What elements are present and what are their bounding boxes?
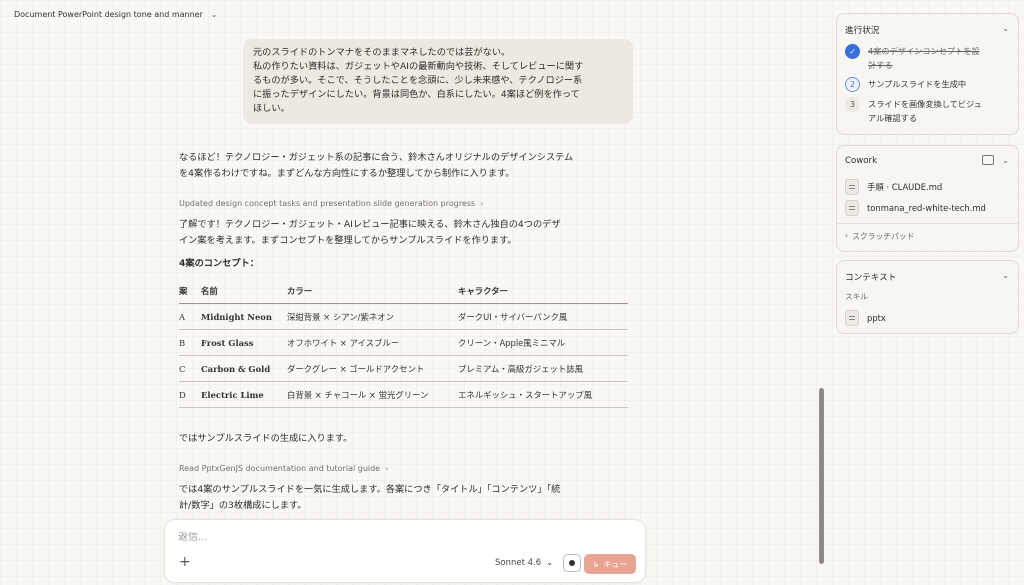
assistant-text-line: 了解です！テクノロジー・ガジェット・AIレビュー記事に映える、鈴木さん独自の4つ… bbox=[179, 219, 561, 230]
tool-call-summary[interactable]: Read PptxGenJS documentation and tutoria… bbox=[179, 464, 388, 473]
table-cell: D bbox=[179, 389, 186, 400]
table-cell: Carbon & Gold bbox=[201, 363, 271, 374]
assistant-paragraph: 了解です！テクノロジー・ガジェット・AIレビュー記事に映える、鈴木さん独自の4つ… bbox=[179, 217, 561, 248]
table-row: B Frost Glass オフホワイト × アイスブルー クリーン・Apple… bbox=[179, 330, 628, 356]
panel-title: Cowork bbox=[845, 156, 878, 166]
divider bbox=[837, 223, 1018, 224]
plus-icon[interactable]: + bbox=[179, 555, 191, 569]
return-arrow-icon[interactable]: ↳ bbox=[593, 560, 600, 569]
user-message-line: に振ったデザインにしたい。背景は同色か、白系にしたい。4案ほど例を作って bbox=[253, 89, 580, 101]
assistant-text-line: では4案のサンプルスライドを一気に生成します。各案につき「タイトル」「コンテンツ… bbox=[179, 484, 561, 495]
file-item[interactable]: tonmana_red-white-tech.md bbox=[845, 200, 986, 216]
table-header-cell: カラー bbox=[287, 286, 313, 296]
folder-icon[interactable] bbox=[982, 155, 994, 165]
assistant-text-line: イン案を考えます。まずコンセプトを整理してからサンプルスライドを作ります。 bbox=[179, 234, 517, 246]
chat-thread: 元のスライドのトンマナをそのままマネしたのでは芸がない。 私の作りたい資料は、ガ… bbox=[170, 0, 640, 585]
table-header-row: 案 名前 カラー キャラクター bbox=[179, 279, 628, 304]
step-text: サンプルスライドを生成中 bbox=[868, 79, 967, 89]
record-icon[interactable] bbox=[569, 560, 575, 566]
tool-call-summary[interactable]: Updated design concept tasks and present… bbox=[179, 199, 483, 208]
assistant-text-line: 計/数字」の3枚構成にします。 bbox=[179, 499, 307, 511]
table-cell: プレミアム・高級ガジェット誌風 bbox=[458, 363, 584, 374]
step-text-line: 4案のデザインコンセプトを設 bbox=[868, 46, 980, 56]
progress-step: 3 スライドを画像変換してビジュ アル確認する bbox=[845, 97, 993, 125]
table-row: D Electric Lime 白背景 × チャコール × 蛍光グリーン エネル… bbox=[179, 382, 628, 408]
skill-name[interactable]: pptx bbox=[867, 313, 886, 323]
assistant-text-line: なるほど！テクノロジー・ガジェット系の記事に合う、鈴木さんオリジナルのデザインシ… bbox=[179, 152, 574, 163]
context-panel: コンテキスト ⌄ スキル pptx bbox=[836, 260, 1019, 334]
scratchpad-label[interactable]: スクラッチパッド bbox=[852, 231, 914, 242]
assistant-text-line: を4案作るわけですね。まずどんな方向性にするか整理してから制作に入ります。 bbox=[179, 167, 515, 179]
table-cell: ダークグレー × ゴールドアクセント bbox=[287, 363, 425, 374]
step-number: 2 bbox=[845, 77, 860, 92]
table-cell: B bbox=[179, 337, 186, 348]
skill-item[interactable]: pptx bbox=[845, 310, 886, 326]
table-row: C Carbon & Gold ダークグレー × ゴールドアクセント プレミアム… bbox=[179, 356, 628, 382]
queue-button[interactable]: ↳ キュー bbox=[584, 554, 636, 574]
assistant-paragraph: では4案のサンプルスライドを一気に生成します。各案につき「タイトル」「コンテンツ… bbox=[179, 482, 560, 513]
file-icon bbox=[845, 179, 859, 195]
table-row: A Midnight Neon 深紺背景 × シアン/紫ネオン ダークUI・サイ… bbox=[179, 304, 628, 330]
user-message-line: るものが多い。そこで、そうしたことを念頭に、少し未来感や、テクノロジー系 bbox=[253, 75, 583, 87]
table-cell: 白背景 × チャコール × 蛍光グリーン bbox=[287, 389, 429, 400]
chevron-down-icon[interactable]: ⌄ bbox=[1002, 24, 1009, 33]
scratchpad-toggle[interactable]: › スクラッチパッド bbox=[845, 231, 915, 242]
step-text: 4案のデザインコンセプトを設 計する bbox=[868, 45, 993, 72]
progress-panel: 進行状況 ⌄ ✓ 4案のデザインコンセプトを設 計する 2 サンプルスライドを生… bbox=[836, 13, 1019, 135]
file-name[interactable]: 手順 · CLAUDE.md bbox=[867, 181, 942, 193]
user-message-line: ほしい。 bbox=[253, 103, 290, 115]
tool-call-label[interactable]: Read PptxGenJS documentation and tutoria… bbox=[179, 464, 380, 473]
skill-icon bbox=[845, 310, 859, 326]
table-cell: C bbox=[179, 363, 186, 374]
file-icon bbox=[845, 200, 859, 216]
chevron-down-icon[interactable]: ⌄ bbox=[546, 558, 553, 568]
table-cell: クリーン・Apple風ミニマル bbox=[458, 337, 566, 348]
message-composer: + Sonnet 4.6 ⌄ ↳ キュー bbox=[164, 519, 646, 583]
panel-title: コンテキスト bbox=[845, 273, 897, 283]
step-text-line: アル確認する bbox=[868, 112, 918, 123]
chat-scrollbar[interactable] bbox=[819, 388, 824, 564]
table-cell: A bbox=[179, 311, 186, 322]
chevron-right-icon[interactable]: › bbox=[480, 199, 483, 208]
cowork-panel: Cowork ⌄ 手順 · CLAUDE.md tonmana_red-whit… bbox=[836, 145, 1019, 252]
table-header-cell: 案 bbox=[179, 286, 188, 296]
concepts-table: 案 名前 カラー キャラクター A Midnight Neon 深紺背景 × シ… bbox=[179, 279, 628, 408]
table-cell: Midnight Neon bbox=[201, 311, 272, 322]
step-text-line: スライドを画像変換してビジュ bbox=[868, 99, 982, 109]
step-number: 3 bbox=[845, 97, 860, 112]
table-cell: オフホワイト × アイスブルー bbox=[287, 337, 400, 348]
chevron-down-icon[interactable]: ⌄ bbox=[1002, 271, 1009, 280]
skills-label: スキル bbox=[845, 292, 868, 301]
table-cell: 深紺背景 × シアン/紫ネオン bbox=[287, 311, 394, 322]
model-name[interactable]: Sonnet 4.6 bbox=[495, 558, 541, 568]
check-icon: ✓ bbox=[845, 44, 860, 59]
progress-step: 2 サンプルスライドを生成中 bbox=[845, 77, 993, 92]
chevron-right-icon[interactable]: › bbox=[385, 464, 388, 473]
assistant-paragraph: ではサンプルスライドの生成に入ります。 bbox=[179, 433, 353, 444]
model-selector[interactable]: Sonnet 4.6 ⌄ bbox=[495, 558, 553, 568]
user-message-line: 元のスライドのトンマナをそのままマネしたのでは芸がない。 bbox=[253, 47, 511, 58]
chevron-down-icon[interactable]: ⌄ bbox=[1002, 156, 1009, 165]
step-text-line: 計する bbox=[868, 59, 893, 70]
reply-input[interactable] bbox=[178, 532, 478, 543]
table-cell: Electric Lime bbox=[201, 389, 264, 400]
table-cell: エネルギッシュ・スタートアップ風 bbox=[458, 389, 592, 400]
table-cell: ダークUI・サイバーパンク風 bbox=[458, 311, 568, 322]
user-message-line: 私の作りたい資料は、ガジェットやAIの最新動向や技術、そしてレビューに関す bbox=[253, 61, 584, 73]
table-cell: Frost Glass bbox=[201, 337, 254, 348]
file-name[interactable]: tonmana_red-white-tech.md bbox=[867, 203, 986, 213]
record-button[interactable] bbox=[563, 554, 581, 572]
table-header-cell: キャラクター bbox=[458, 286, 508, 296]
panel-title: 進行状況 bbox=[845, 26, 880, 36]
step-text: スライドを画像変換してビジュ アル確認する bbox=[868, 98, 993, 125]
tool-call-label[interactable]: Updated design concept tasks and present… bbox=[179, 199, 475, 208]
assistant-paragraph: なるほど！テクノロジー・ガジェット系の記事に合う、鈴木さんオリジナルのデザインシ… bbox=[179, 150, 573, 181]
file-item[interactable]: 手順 · CLAUDE.md bbox=[845, 179, 942, 195]
queue-button-label[interactable]: キュー bbox=[603, 559, 627, 570]
user-message: 元のスライドのトンマナをそのままマネしたのでは芸がない。 私の作りたい資料は、ガ… bbox=[243, 39, 633, 125]
chevron-right-icon[interactable]: › bbox=[845, 231, 848, 242]
progress-step: ✓ 4案のデザインコンセプトを設 計する bbox=[845, 44, 993, 72]
table-header-cell: 名前 bbox=[201, 286, 218, 296]
concepts-heading: 4案のコンセプト： bbox=[179, 258, 259, 269]
